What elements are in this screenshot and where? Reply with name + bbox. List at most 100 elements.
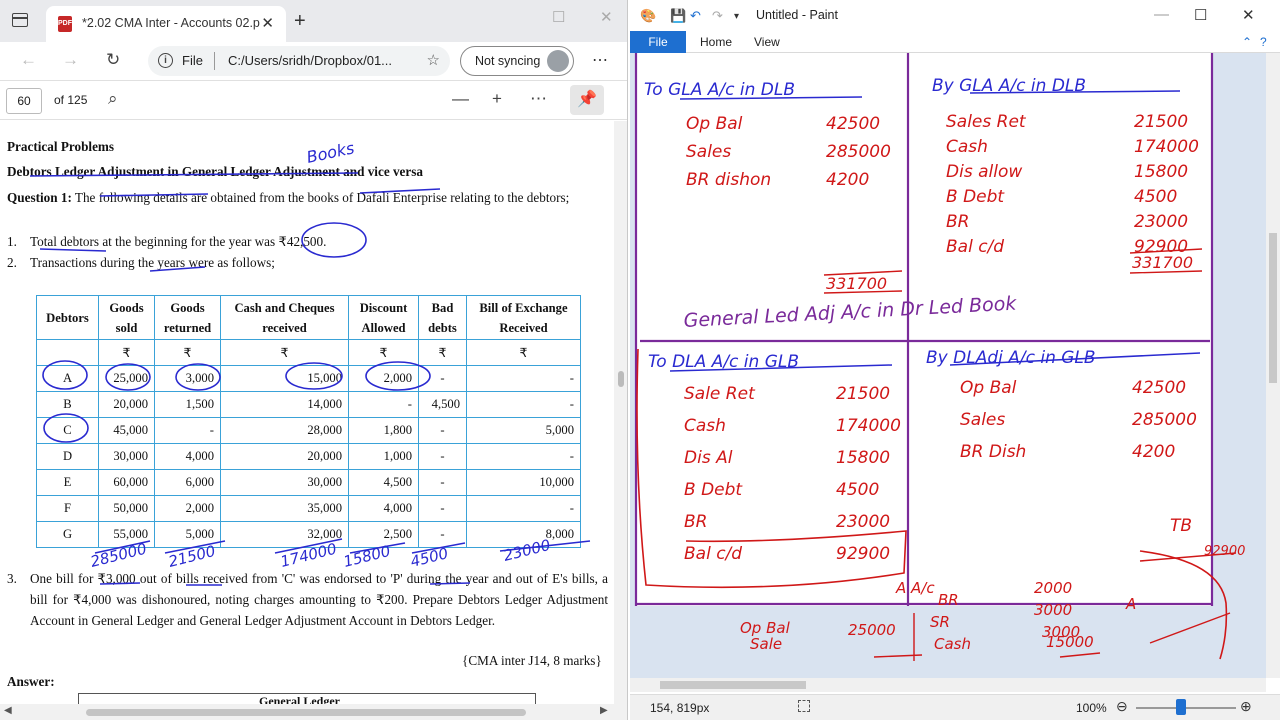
pdf-hscroll-thumb[interactable] [86, 709, 526, 716]
refresh-icon[interactable]: ↻ [106, 50, 120, 70]
item1-number: 1. [7, 234, 17, 249]
entry-amount: 285000 [826, 142, 891, 162]
save-icon[interactable]: 💾 [670, 8, 686, 24]
quick-access-dropdown-icon[interactable]: ▾ [734, 11, 739, 22]
entry-amount: 92900 [836, 544, 890, 564]
table-cell: 14,000 [220, 391, 349, 418]
zoom-slider-knob[interactable] [1176, 699, 1186, 715]
table-cell: G [36, 521, 99, 548]
table-cell: 4,500 [418, 391, 467, 418]
zoom-in-icon[interactable]: + [492, 89, 502, 109]
entry-label: Bal c/d [946, 237, 1004, 257]
lower-mid-val-2: 15000 [1046, 633, 1094, 651]
entry-amount: 23000 [1134, 212, 1188, 232]
paint-minimize-icon[interactable]: — [1154, 6, 1169, 23]
sync-label: Not syncing [475, 54, 541, 68]
more-options-icon[interactable]: ⋯ [592, 50, 609, 70]
entry-amount: 4200 [826, 170, 869, 190]
info-icon[interactable]: i [158, 53, 173, 68]
table-cell: 30,000 [98, 443, 155, 470]
ribbon-collapse-icon[interactable]: ⌃ [1242, 35, 1252, 49]
lower-val-1: 2000 [1034, 579, 1072, 597]
profile-sync-button[interactable]: Not syncing [460, 46, 574, 76]
paint-horizontal-scrollbar[interactable] [630, 678, 1266, 692]
close-window-icon[interactable]: ✕ [600, 8, 613, 26]
entry-label: Dis allow [946, 162, 1022, 182]
entry-label: Sales [686, 142, 731, 162]
paint-file-tab[interactable]: File [630, 31, 686, 53]
back-icon[interactable]: ← [20, 50, 37, 70]
col-debtors: Debtors [36, 295, 99, 340]
table-cell: 30,000 [220, 469, 349, 496]
table-cell: - [154, 417, 221, 444]
table-cell: - [466, 495, 581, 522]
table-cell: 8,000 [466, 521, 581, 548]
page-number-input[interactable]: 60 [6, 88, 42, 114]
table-cell: - [418, 417, 467, 444]
paint-view-tab[interactable]: View [754, 35, 780, 49]
item2-number: 2. [7, 255, 17, 270]
paint-maximize-icon[interactable]: ☐ [1194, 6, 1207, 24]
table-cell: 50,000 [98, 495, 155, 522]
paint-app-icon: 🎨 [640, 8, 657, 23]
entry-amount: 23000 [836, 512, 890, 532]
paint-close-icon[interactable]: ✕ [1242, 6, 1255, 24]
currency-cell: ₹ [154, 339, 221, 366]
pdf-vertical-scrollbar[interactable] [614, 121, 627, 704]
table-cell: 4,000 [348, 495, 419, 522]
table-cell: A [36, 365, 99, 392]
entry-label: BR dishon [686, 170, 771, 190]
entry-label: Op Bal [686, 114, 743, 134]
table-row: C 45,000-28,000 1,800-5,000 [36, 417, 581, 444]
paint-vertical-scrollbar[interactable] [1266, 53, 1280, 678]
help-icon[interactable]: ? [1260, 35, 1267, 49]
scroll-left-icon[interactable]: ◀ [4, 705, 12, 716]
more-pdf-tools-icon[interactable]: ⋯ [530, 89, 547, 109]
zoom-slider[interactable] [1136, 707, 1236, 709]
close-tab-icon[interactable]: ✕ [261, 14, 274, 32]
paint-status-bar: 154, 819px 100% ⊖ ⊕ [630, 694, 1280, 720]
forward-icon[interactable]: → [62, 50, 79, 70]
lower-val-2: 3000 [1034, 601, 1072, 619]
zoom-out-button[interactable]: ⊖ [1116, 698, 1128, 715]
table-cell: 25,000 [98, 365, 155, 392]
favorite-star-icon[interactable]: ☆ [427, 51, 440, 69]
pdf-horizontal-scrollbar[interactable]: ◀ ▶ [0, 704, 627, 720]
zoom-out-icon[interactable]: — [452, 89, 469, 109]
pin-toolbar-icon[interactable]: 📌 [570, 85, 604, 115]
top-total-left: 331700 [826, 274, 887, 293]
question-label: Question 1: [7, 190, 72, 205]
browser-tab[interactable]: PDF *2.02 CMA Inter - Accounts 02.pdf ✕ [46, 6, 286, 42]
table-header-row: Debtors Goods sold Goods returned Cash a… [36, 295, 581, 340]
new-tab-icon[interactable]: + [294, 10, 306, 33]
paint-vscroll-thumb[interactable] [1269, 233, 1277, 383]
address-url[interactable]: C:/Users/sridh/Dropbox/01... [228, 53, 418, 68]
paint-home-tab[interactable]: Home [700, 35, 732, 49]
table-row: D 30,000 4,000 20,000 1,000- - [36, 443, 581, 470]
entry-label: Sale Ret [684, 384, 756, 404]
table-cell: 5,000 [466, 417, 581, 444]
table-cell: 28,000 [220, 417, 349, 444]
search-icon[interactable]: ⌕ [108, 89, 118, 109]
address-bar[interactable]: i File C:/Users/sridh/Dropbox/01... ☆ [148, 46, 450, 76]
table-cell: - [418, 443, 467, 470]
table-cell: 55,000 [98, 521, 155, 548]
table-cell: - [418, 365, 467, 392]
paint-canvas[interactable]: To GLA A/c in DLB By GLA A/c in DLB Op B… [630, 53, 1266, 678]
scroll-right-icon[interactable]: ▶ [600, 705, 608, 716]
tab-actions-icon[interactable] [12, 13, 28, 27]
undo-icon[interactable]: ↶ [690, 8, 701, 24]
tb-label: TB [1170, 516, 1192, 536]
paint-hscroll-thumb[interactable] [660, 681, 806, 689]
redo-icon[interactable]: ↷ [712, 8, 723, 24]
table-cell: 60,000 [98, 469, 155, 496]
currency-cell: ₹ [348, 339, 419, 366]
section-title: Practical Problems [7, 139, 115, 154]
table-cell: 4,500 [348, 469, 419, 496]
currency-row: ₹ ₹ ₹ ₹ ₹ ₹ [36, 339, 581, 366]
entry-label: BR [946, 212, 969, 232]
maximize-icon[interactable]: ☐ [552, 8, 565, 26]
zoom-in-button[interactable]: ⊕ [1240, 698, 1252, 715]
col-bad-debts: Bad debts [418, 295, 467, 340]
pdf-scroll-thumb[interactable] [618, 371, 624, 387]
